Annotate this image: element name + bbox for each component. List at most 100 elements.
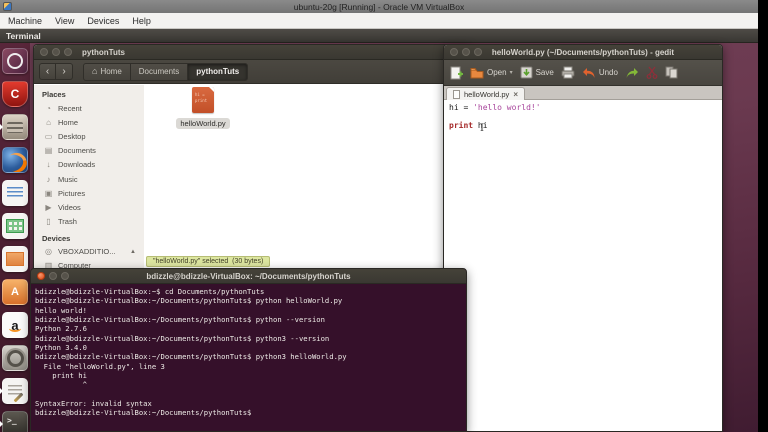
copy-button[interactable] (665, 66, 678, 79)
gedit-editor[interactable]: hi = 'hello world!' print hi I (444, 100, 722, 431)
launcher-item-lo-writer[interactable] (2, 180, 28, 206)
sidebar-item-downloads[interactable]: ↓Downloads (34, 158, 144, 172)
tab-label: helloWorld.py (464, 90, 509, 99)
selection-status-bar: "helloWorld.py" selected (30 bytes) (146, 256, 270, 267)
file-icon-preview-text: hi = print (192, 87, 214, 105)
launcher-item-software-center[interactable]: A (2, 279, 28, 305)
print-button[interactable] (561, 66, 575, 79)
terminal-icon: >_ (7, 417, 17, 425)
launcher-item-lo-impress[interactable] (2, 246, 28, 272)
breadcrumb-documents[interactable]: Documents (131, 63, 188, 81)
home-icon: ⌂ (92, 63, 97, 80)
sidebar-item-music[interactable]: ♪Music (34, 172, 144, 186)
file-manager-window: pythonTuts ‹ › ⌂ Home Documents (33, 44, 471, 272)
file-name-label: helloWorld.py (176, 118, 229, 129)
menu-machine[interactable]: Machine (8, 16, 42, 26)
code-line: hi = 'hello world!' (449, 103, 722, 112)
launcher-item-comodo[interactable]: C (2, 81, 28, 107)
breadcrumb-home-label: Home (100, 63, 121, 80)
terminal-line: File "helloWorld.py", line 3 (35, 362, 466, 371)
sidebar-item-home[interactable]: ⌂Home (34, 115, 144, 129)
file-manager-titlebar[interactable]: pythonTuts (34, 45, 470, 60)
sidebar-item-label: Recent (58, 104, 82, 113)
gedit-titlebar[interactable]: helloWorld.py (~/Documents/pythonTuts) -… (444, 45, 722, 60)
launcher-item-gedit[interactable] (2, 378, 28, 404)
terminal-line: print hi (35, 371, 466, 380)
screen-right-black-strip (758, 0, 768, 432)
sidebar-item-label: Pictures (58, 189, 85, 198)
file-item-helloworld[interactable]: hi = print helloWorld.py (168, 87, 238, 131)
launcher-item-terminal[interactable]: >_ (2, 411, 28, 432)
copy-icon (665, 66, 678, 79)
desktop-icon: ▭ (44, 132, 53, 141)
launcher-item-system-settings[interactable] (2, 345, 28, 371)
breadcrumb-pythontuts[interactable]: pythonTuts (188, 63, 248, 81)
sidebar-item-documents[interactable]: ▤Documents (34, 144, 144, 158)
terminal-line: bdizzle@bdizzle-VirtualBox:~/Documents/p… (35, 352, 466, 361)
panel-active-app-label[interactable]: Terminal (6, 31, 41, 41)
save-button[interactable]: Save (520, 66, 554, 79)
gedit-title: helloWorld.py (~/Documents/pythonTuts) -… (444, 48, 722, 57)
launcher-item-amazon[interactable]: a (2, 312, 28, 338)
undo-button-label: Undo (599, 68, 618, 77)
places-sidebar: Places ◔Recent⌂Home▭Desktop▤Documents↓Do… (34, 85, 144, 271)
tab-helloworld[interactable]: helloWorld.py × (446, 87, 525, 100)
sidebar-item-videos[interactable]: ▶Videos (34, 200, 144, 214)
gedit-window: helloWorld.py (~/Documents/pythonTuts) -… (443, 44, 723, 432)
terminal-line: Python 3.4.0 (35, 343, 466, 352)
file-list-area[interactable]: hi = print helloWorld.py "helloWorld.py"… (144, 85, 470, 271)
terminal-line: bdizzle@bdizzle-VirtualBox:~$ cd Documen… (35, 287, 466, 296)
redo-button[interactable] (625, 67, 639, 79)
sidebar-item-pictures[interactable]: ▣ Pictures (34, 186, 144, 200)
sidebar-item-recent[interactable]: ◔Recent (34, 101, 144, 115)
redo-icon (625, 67, 639, 79)
cut-scissors-icon (646, 66, 658, 79)
forward-button[interactable]: › (56, 63, 73, 80)
breadcrumb-home[interactable]: ⌂ Home (83, 63, 131, 81)
print-icon (561, 66, 575, 79)
launcher-item-files[interactable] (2, 114, 28, 140)
terminal-window: bdizzle@bdizzle-VirtualBox: ~/Documents/… (30, 268, 467, 432)
sidebar-item-trash[interactable]: ▯Trash (34, 215, 144, 229)
eject-icon[interactable]: ▲ (130, 249, 136, 255)
minimize-button[interactable] (52, 48, 60, 56)
screen: ubuntu-20g [Running] - Oracle VM Virtual… (0, 0, 768, 432)
terminal-line: hello world! (35, 306, 466, 315)
pictures-icon: ▣ (44, 189, 53, 198)
nav-buttons: ‹ › (39, 63, 73, 80)
tab-close-icon[interactable]: × (513, 90, 518, 99)
sidebar-item-desktop[interactable]: ▭ Desktop (34, 129, 144, 143)
close-button[interactable] (40, 48, 48, 56)
amazon-icon: a (11, 319, 18, 332)
launcher-item-lo-calc[interactable] (2, 213, 28, 239)
videos-icon: ▶ (44, 203, 53, 212)
comodo-icon: C (11, 88, 20, 100)
cut-button[interactable] (646, 66, 658, 79)
launcher-item-firefox[interactable] (2, 147, 28, 173)
breadcrumb: ⌂ Home Documents pythonTuts (83, 63, 248, 81)
launcher-item-dash-home[interactable] (2, 48, 28, 74)
sidebar-device-vboxadditio[interactable]: ◎ VBOXADDITIO... ▲ (34, 245, 144, 259)
terminal-body[interactable]: bdizzle@bdizzle-VirtualBox:~$ cd Documen… (31, 284, 466, 431)
sidebar-item-label: VBOXADDITIO... (58, 247, 116, 256)
open-dropdown-arrow-icon[interactable]: ▾ (510, 69, 513, 76)
new-document-button[interactable] (450, 66, 463, 80)
breadcrumb-documents-label: Documents (139, 63, 179, 80)
sidebar-item-label: Music (58, 175, 78, 184)
terminal-titlebar[interactable]: bdizzle@bdizzle-VirtualBox: ~/Documents/… (31, 269, 466, 284)
undo-button[interactable]: Undo (582, 67, 618, 79)
documents-icon: ▤ (44, 146, 53, 155)
back-button[interactable]: ‹ (39, 63, 56, 80)
menu-help[interactable]: Help (132, 16, 151, 26)
places-list: ◔Recent⌂Home ▭ Desktop ▤Documents↓Downloads… (34, 101, 144, 229)
running-indicator-arrow (0, 421, 3, 427)
menu-view[interactable]: View (55, 16, 74, 26)
terminal-title: bdizzle@bdizzle-VirtualBox: ~/Documents/… (31, 272, 466, 281)
open-button[interactable]: Open ▾ (470, 67, 513, 79)
sidebar-item-label: Desktop (58, 132, 86, 141)
maximize-button[interactable] (64, 48, 72, 56)
sidebar-item-label: Trash (58, 217, 77, 226)
disc-icon: ◎ (44, 247, 53, 256)
terminal-line: SyntaxError: invalid syntax (35, 399, 466, 408)
menu-devices[interactable]: Devices (87, 16, 119, 26)
